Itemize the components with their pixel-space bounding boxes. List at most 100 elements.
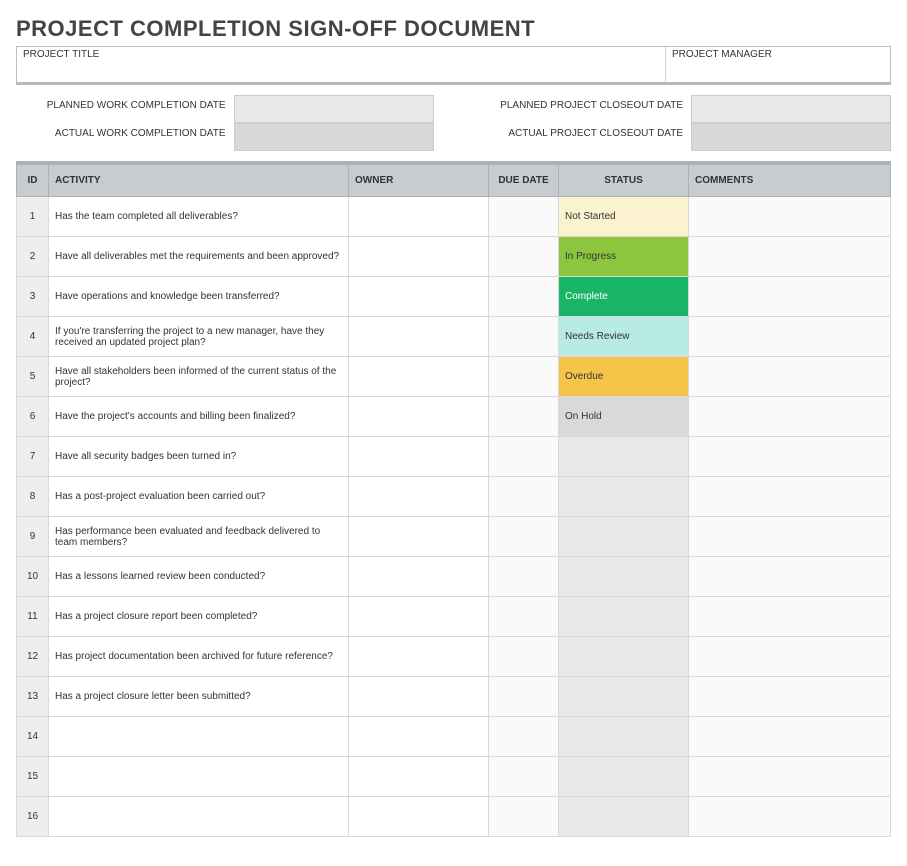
cell-duedate[interactable] (489, 757, 559, 797)
project-title-label: PROJECT TITLE (23, 49, 659, 60)
cell-owner[interactable] (349, 717, 489, 757)
cell-owner[interactable] (349, 277, 489, 317)
cell-comments[interactable] (689, 517, 891, 557)
actual-work-label: ACTUAL WORK COMPLETION DATE (16, 123, 234, 151)
cell-id: 12 (17, 637, 49, 677)
actual-work-input[interactable] (234, 123, 434, 151)
cell-owner[interactable] (349, 317, 489, 357)
project-title-field[interactable]: PROJECT TITLE (17, 47, 665, 82)
project-manager-label: PROJECT MANAGER (672, 49, 884, 60)
cell-duedate[interactable] (489, 437, 559, 477)
cell-duedate[interactable] (489, 797, 559, 837)
cell-status[interactable]: In Progress (559, 237, 689, 277)
cell-duedate[interactable] (489, 717, 559, 757)
cell-duedate[interactable] (489, 677, 559, 717)
cell-owner[interactable] (349, 517, 489, 557)
cell-comments[interactable] (689, 197, 891, 237)
cell-comments[interactable] (689, 717, 891, 757)
cell-duedate[interactable] (489, 197, 559, 237)
cell-activity[interactable]: Has a lessons learned review been conduc… (49, 557, 349, 597)
cell-comments[interactable] (689, 477, 891, 517)
cell-status[interactable]: Overdue (559, 357, 689, 397)
cell-owner[interactable] (349, 557, 489, 597)
cell-comments[interactable] (689, 637, 891, 677)
cell-status[interactable] (559, 597, 689, 637)
cell-owner[interactable] (349, 477, 489, 517)
cell-comments[interactable] (689, 597, 891, 637)
cell-status[interactable] (559, 797, 689, 837)
cell-status[interactable]: On Hold (559, 397, 689, 437)
table-row: 4If you're transferring the project to a… (17, 317, 891, 357)
actual-closeout-input[interactable] (691, 123, 891, 151)
cell-duedate[interactable] (489, 277, 559, 317)
cell-activity[interactable]: Have all security badges been turned in? (49, 437, 349, 477)
cell-comments[interactable] (689, 397, 891, 437)
cell-activity[interactable]: If you're transferring the project to a … (49, 317, 349, 357)
cell-activity[interactable]: Have the project's accounts and billing … (49, 397, 349, 437)
cell-owner[interactable] (349, 597, 489, 637)
cell-status[interactable]: Needs Review (559, 317, 689, 357)
table-row: 9Has performance been evaluated and feed… (17, 517, 891, 557)
cell-activity[interactable]: Has performance been evaluated and feedb… (49, 517, 349, 557)
cell-status[interactable] (559, 437, 689, 477)
cell-activity[interactable]: Has project documentation been archived … (49, 637, 349, 677)
cell-activity[interactable] (49, 797, 349, 837)
cell-owner[interactable] (349, 437, 489, 477)
cell-activity[interactable]: Have operations and knowledge been trans… (49, 277, 349, 317)
cell-comments[interactable] (689, 317, 891, 357)
cell-status[interactable] (559, 557, 689, 597)
cell-id: 8 (17, 477, 49, 517)
cell-duedate[interactable] (489, 317, 559, 357)
cell-comments[interactable] (689, 277, 891, 317)
cell-owner[interactable] (349, 757, 489, 797)
cell-activity[interactable]: Have all stakeholders been informed of t… (49, 357, 349, 397)
cell-activity[interactable] (49, 757, 349, 797)
cell-activity[interactable]: Has a post-project evaluation been carri… (49, 477, 349, 517)
table-row: 12Has project documentation been archive… (17, 637, 891, 677)
cell-status[interactable] (559, 677, 689, 717)
planned-work-input[interactable] (234, 95, 434, 123)
cell-activity[interactable]: Have all deliverables met the requiremen… (49, 237, 349, 277)
cell-status[interactable] (559, 757, 689, 797)
cell-duedate[interactable] (489, 357, 559, 397)
header-fields: PROJECT TITLE PROJECT MANAGER (16, 46, 891, 85)
cell-id: 16 (17, 797, 49, 837)
cell-duedate[interactable] (489, 477, 559, 517)
table-row: 5Have all stakeholders been informed of … (17, 357, 891, 397)
cell-activity[interactable]: Has a project closure letter been submit… (49, 677, 349, 717)
cell-comments[interactable] (689, 557, 891, 597)
cell-duedate[interactable] (489, 597, 559, 637)
planned-closeout-input[interactable] (691, 95, 891, 123)
cell-owner[interactable] (349, 677, 489, 717)
cell-owner[interactable] (349, 637, 489, 677)
cell-status[interactable] (559, 517, 689, 557)
cell-duedate[interactable] (489, 637, 559, 677)
table-row: 1Has the team completed all deliverables… (17, 197, 891, 237)
cell-duedate[interactable] (489, 517, 559, 557)
cell-comments[interactable] (689, 437, 891, 477)
cell-owner[interactable] (349, 797, 489, 837)
cell-activity[interactable]: Has the team completed all deliverables? (49, 197, 349, 237)
cell-activity[interactable]: Has a project closure report been comple… (49, 597, 349, 637)
cell-status[interactable]: Complete (559, 277, 689, 317)
project-manager-field[interactable]: PROJECT MANAGER (665, 47, 890, 82)
cell-status[interactable]: Not Started (559, 197, 689, 237)
cell-comments[interactable] (689, 357, 891, 397)
cell-duedate[interactable] (489, 237, 559, 277)
cell-owner[interactable] (349, 357, 489, 397)
cell-comments[interactable] (689, 797, 891, 837)
cell-comments[interactable] (689, 677, 891, 717)
col-id: ID (17, 163, 49, 197)
cell-comments[interactable] (689, 237, 891, 277)
cell-status[interactable] (559, 717, 689, 757)
table-row: 8Has a post-project evaluation been carr… (17, 477, 891, 517)
cell-duedate[interactable] (489, 557, 559, 597)
cell-activity[interactable] (49, 717, 349, 757)
cell-status[interactable] (559, 477, 689, 517)
cell-status[interactable] (559, 637, 689, 677)
cell-owner[interactable] (349, 237, 489, 277)
cell-owner[interactable] (349, 197, 489, 237)
cell-comments[interactable] (689, 757, 891, 797)
cell-owner[interactable] (349, 397, 489, 437)
cell-duedate[interactable] (489, 397, 559, 437)
